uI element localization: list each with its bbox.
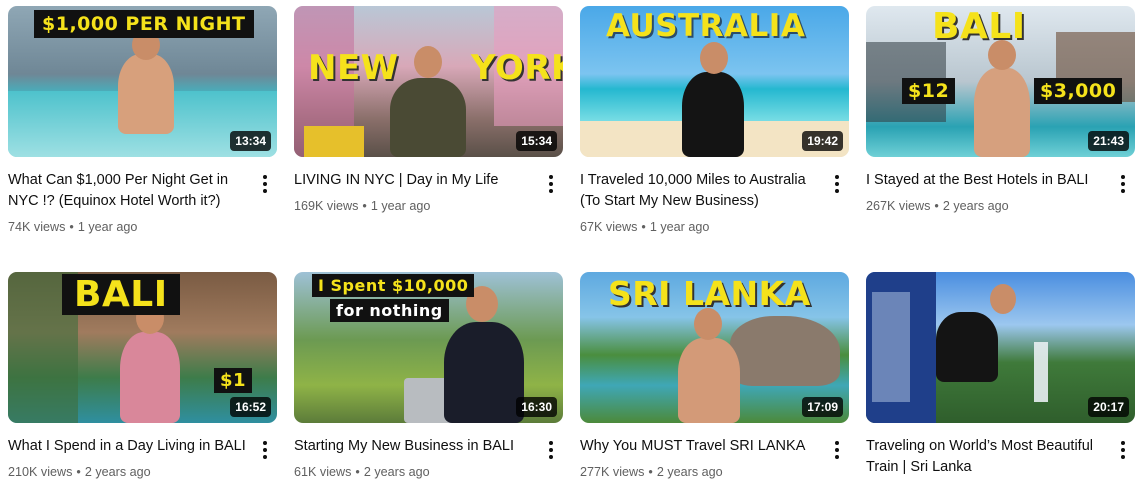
video-title[interactable]: Why You MUST Travel SRI LANKA (580, 436, 819, 457)
video-title[interactable]: I Stayed at the Best Hotels in BALI (866, 170, 1105, 191)
video-card[interactable]: $1,000 PER NIGHT 13:34 What Can $1,000 P… (8, 6, 277, 236)
video-grid: $1,000 PER NIGHT 13:34 What Can $1,000 P… (8, 6, 1136, 484)
thumbnail-caption: BALI (62, 274, 180, 315)
view-count: 67K views (580, 220, 638, 234)
video-thumbnail[interactable]: I Spent $10,000 for nothing 16:30 (294, 272, 563, 423)
separator: • (641, 220, 646, 234)
more-options-icon[interactable] (539, 438, 563, 462)
video-stats: 277K views • 2 years ago (580, 463, 819, 481)
video-card[interactable]: I Spent $10,000 for nothing 16:30 Starti… (294, 272, 563, 481)
separator: • (934, 199, 939, 213)
duration-badge: 21:43 (1088, 131, 1129, 151)
video-title[interactable]: I Traveled 10,000 Miles to Australia (To… (580, 170, 819, 212)
thumbnail-caption: NEW YORK (308, 48, 563, 88)
duration-badge: 16:52 (230, 397, 271, 417)
video-title[interactable]: What I Spend in a Day Living in BALI (8, 436, 247, 457)
view-count: 267K views (866, 199, 931, 213)
video-card[interactable]: SRI LANKA 17:09 Why You MUST Travel SRI … (580, 272, 849, 481)
separator: • (355, 465, 360, 479)
thumbnail-caption: BALI (932, 6, 1026, 47)
upload-age: 1 year ago (649, 220, 710, 234)
duration-badge: 20:17 (1088, 397, 1129, 417)
separator: • (76, 465, 81, 479)
upload-age: 2 years ago (84, 465, 151, 479)
thumbnail-caption: SRI LANKA (608, 274, 811, 313)
thumbnail-price: $1 (214, 368, 253, 393)
duration-badge: 19:42 (802, 131, 843, 151)
video-thumbnail[interactable]: SRI LANKA 17:09 (580, 272, 849, 423)
video-stats: 267K views • 2 years ago (866, 197, 1105, 215)
thumbnail-caption: AUSTRALIA (606, 8, 806, 44)
separator: • (362, 199, 367, 213)
video-thumbnail[interactable]: 20:17 (866, 272, 1135, 423)
upload-age: 2 years ago (656, 465, 723, 479)
video-card[interactable]: AUSTRALIA 19:42 I Traveled 10,000 Miles … (580, 6, 849, 236)
video-title[interactable]: Starting My New Business in BALI (294, 436, 533, 457)
more-options-icon[interactable] (253, 438, 277, 462)
video-thumbnail[interactable]: BALI $1 16:52 (8, 272, 277, 423)
video-card[interactable]: NEW YORK 15:34 LIVING IN NYC | Day in My… (294, 6, 563, 215)
upload-age: 1 year ago (370, 199, 431, 213)
video-stats: 169K views • 1 year ago (294, 197, 533, 215)
view-count: 169K views (294, 199, 359, 213)
separator: • (69, 220, 74, 234)
duration-badge: 15:34 (516, 131, 557, 151)
upload-age: 2 years ago (363, 465, 430, 479)
thumbnail-price-high: $3,000 (1034, 78, 1123, 104)
thumbnail-subcaption: for nothing (330, 299, 449, 322)
video-card[interactable]: BALI $1 16:52 What I Spend in a Day Livi… (8, 272, 277, 481)
thumbnail-price-low: $12 (902, 78, 956, 104)
video-stats: 61K views • 2 years ago (294, 463, 533, 481)
more-options-icon[interactable] (1111, 172, 1135, 196)
view-count: 61K views (294, 465, 352, 479)
more-options-icon[interactable] (825, 172, 849, 196)
view-count: 277K views (580, 465, 645, 479)
video-stats: 210K views • 2 years ago (8, 463, 247, 481)
video-card[interactable]: 20:17 Traveling on World’s Most Beautifu… (866, 272, 1135, 478)
separator: • (648, 465, 653, 479)
video-thumbnail[interactable]: NEW YORK 15:34 (294, 6, 563, 157)
video-title[interactable]: Traveling on World’s Most Beautiful Trai… (866, 436, 1105, 478)
thumbnail-caption: $1,000 PER NIGHT (34, 10, 254, 38)
video-title[interactable]: LIVING IN NYC | Day in My Life (294, 170, 533, 191)
video-thumbnail[interactable]: AUSTRALIA 19:42 (580, 6, 849, 157)
more-options-icon[interactable] (1111, 438, 1135, 462)
duration-badge: 13:34 (230, 131, 271, 151)
duration-badge: 17:09 (802, 397, 843, 417)
more-options-icon[interactable] (825, 438, 849, 462)
thumbnail-caption: I Spent $10,000 (312, 274, 475, 297)
view-count: 210K views (8, 465, 73, 479)
duration-badge: 16:30 (516, 397, 557, 417)
upload-age: 2 years ago (942, 199, 1009, 213)
more-options-icon[interactable] (253, 172, 277, 196)
video-thumbnail[interactable]: BALI $12 $3,000 21:43 (866, 6, 1135, 157)
video-thumbnail[interactable]: $1,000 PER NIGHT 13:34 (8, 6, 277, 157)
more-options-icon[interactable] (539, 172, 563, 196)
video-stats: 74K views • 1 year ago (8, 218, 247, 236)
video-title[interactable]: What Can $1,000 Per Night Get in NYC !? … (8, 170, 247, 212)
view-count: 74K views (8, 220, 66, 234)
upload-age: 1 year ago (77, 220, 138, 234)
video-card[interactable]: BALI $12 $3,000 21:43 I Stayed at the Be… (866, 6, 1135, 215)
video-stats: 67K views • 1 year ago (580, 218, 819, 236)
